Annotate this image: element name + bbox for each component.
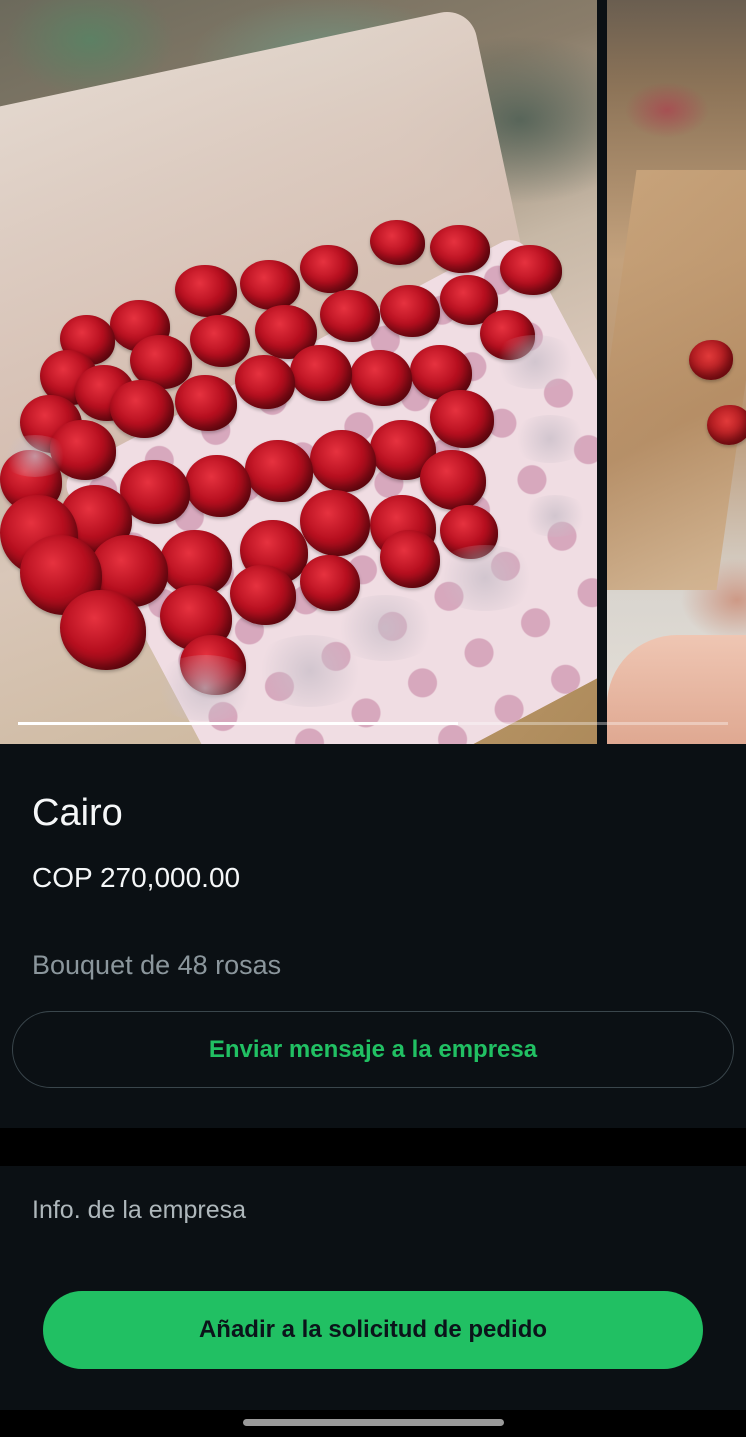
product-name: Cairo xyxy=(32,792,123,834)
rose xyxy=(190,315,250,367)
rose xyxy=(350,350,412,406)
rose xyxy=(300,245,358,293)
product-image-carousel[interactable] xyxy=(0,0,746,744)
rose xyxy=(245,440,313,502)
rose xyxy=(110,380,174,438)
rose xyxy=(380,285,440,337)
rose xyxy=(300,490,370,556)
company-info-link[interactable]: Info. de la empresa xyxy=(32,1196,246,1225)
rose xyxy=(420,450,486,510)
rose-bouquet xyxy=(0,215,590,721)
rose xyxy=(310,430,376,492)
rose xyxy=(235,355,295,409)
rose xyxy=(430,225,490,273)
add-to-order-label: Añadir a la solicitud de pedido xyxy=(198,1316,548,1343)
rose xyxy=(707,405,746,445)
company-section: Info. de la empresa Añadir a la solicitu… xyxy=(0,1166,746,1410)
product-photo-current[interactable] xyxy=(0,0,597,744)
rose xyxy=(60,590,146,670)
rose xyxy=(689,340,733,380)
carousel-progress-fill xyxy=(18,722,459,725)
filler-flower xyxy=(250,635,370,707)
add-to-order-button[interactable]: Añadir a la solicitud de pedido xyxy=(43,1291,703,1369)
carousel-progress-track xyxy=(18,722,728,725)
rose xyxy=(175,375,237,431)
rose xyxy=(240,260,300,310)
rose xyxy=(430,390,494,448)
product-price: COP 270,000.00 xyxy=(32,862,241,893)
filler-flower xyxy=(510,415,590,463)
filler-flower xyxy=(430,545,540,611)
filler-flower xyxy=(0,435,70,477)
rose xyxy=(370,220,425,265)
filler-flower xyxy=(150,655,260,721)
rose xyxy=(290,345,352,401)
product-info-section: Cairo COP 270,000.00 Bouquet de 48 rosas… xyxy=(0,744,746,1128)
home-indicator[interactable] xyxy=(243,1419,504,1426)
rose xyxy=(500,245,562,295)
product-photo-next[interactable] xyxy=(607,0,746,744)
product-description: Bouquet de 48 rosas xyxy=(32,950,282,980)
rose xyxy=(320,290,380,342)
system-navigation-bar xyxy=(0,1410,746,1437)
section-divider xyxy=(0,1128,746,1166)
message-business-label: Enviar mensaje a la empresa xyxy=(208,1035,538,1063)
rose xyxy=(230,565,296,625)
filler-flower xyxy=(520,495,590,537)
rose xyxy=(175,265,237,317)
message-business-button[interactable]: Enviar mensaje a la empresa xyxy=(12,1011,734,1088)
filler-flower xyxy=(490,335,580,389)
hand xyxy=(607,635,746,744)
rose xyxy=(185,455,251,517)
